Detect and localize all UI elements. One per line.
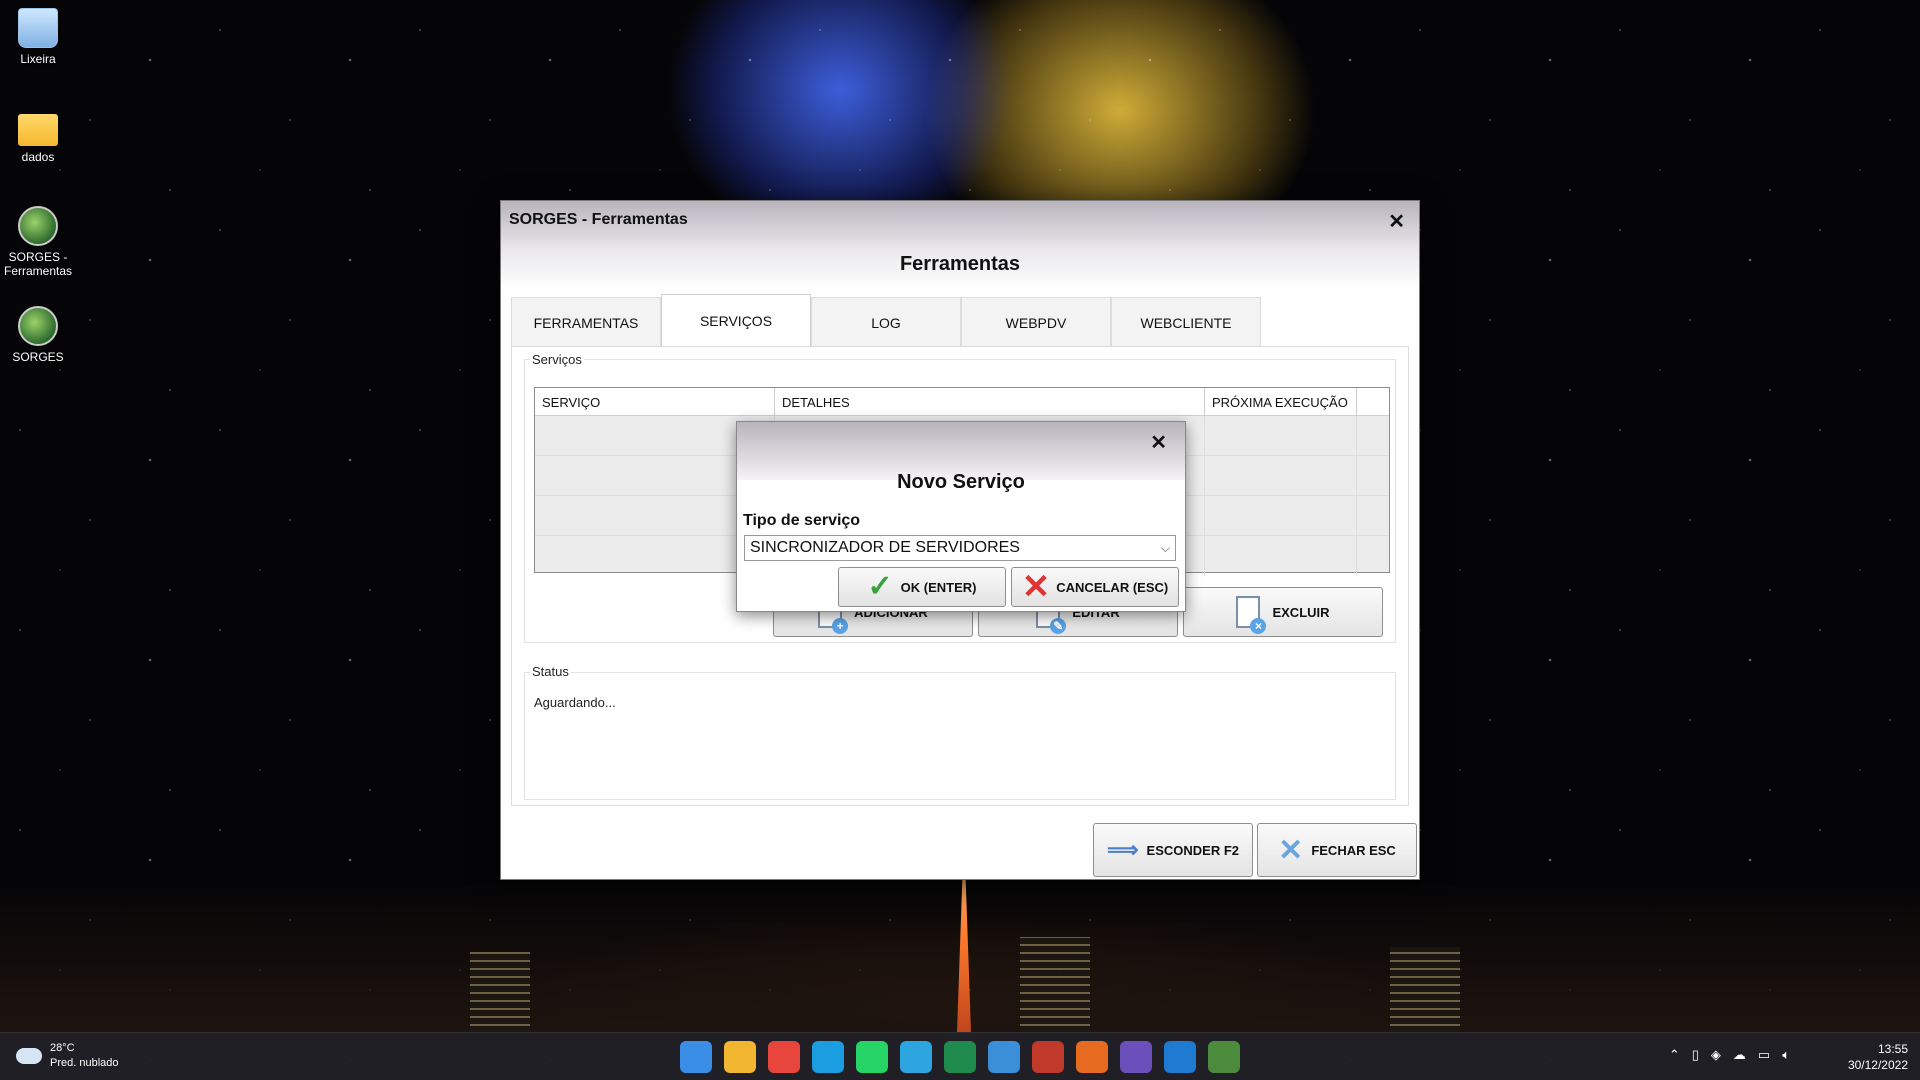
column-header-servico[interactable]: SERVIÇO xyxy=(535,388,775,415)
cloud-sync-icon[interactable]: ☁ xyxy=(1733,1047,1746,1063)
telegram-icon[interactable] xyxy=(900,1041,932,1073)
recycle-bin-icon xyxy=(18,8,58,48)
cancel-icon: ✕ xyxy=(1021,568,1051,606)
desktop-icon-label: dados xyxy=(21,150,55,164)
wallpaper-building xyxy=(1390,947,1460,1032)
tab-webcliente[interactable]: WEBCLIENTE xyxy=(1111,297,1261,347)
spreadsheet-icon[interactable] xyxy=(944,1041,976,1073)
mail-icon[interactable] xyxy=(1164,1041,1196,1073)
desktop-icon-label: SORGES xyxy=(12,350,64,364)
system-tray: ⌃ ▯ ◈ ☁ ▭ 🔈︎ xyxy=(1669,1047,1790,1063)
desktop-icon-dados[interactable]: dados xyxy=(4,108,72,164)
tab-webpdv[interactable]: WEBPDV xyxy=(961,297,1111,347)
delete-service-button[interactable]: × EXCLUIR xyxy=(1183,587,1383,637)
table-header: SERVIÇO DETALHES PRÓXIMA EXECUÇÃO xyxy=(535,388,1389,416)
file-explorer-icon[interactable] xyxy=(724,1041,756,1073)
delete-button-label: EXCLUIR xyxy=(1272,604,1330,620)
window-title: SORGES - Ferramentas xyxy=(509,211,688,228)
edge-icon[interactable] xyxy=(812,1041,844,1073)
weather-temp: 28°C xyxy=(50,1042,75,1054)
tab-bar: FERRAMENTAS SERVIÇOS LOG WEBPDV WEBCLIEN… xyxy=(511,294,1261,347)
column-header-detalhes[interactable]: DETALHES xyxy=(775,388,1205,415)
taskbar: 28°C Pred. nublado ⌃ ▯ ◈ ☁ ▭ 🔈︎ 13:55 30… xyxy=(0,1032,1920,1080)
close-icon[interactable]: ✕ xyxy=(1388,209,1405,234)
desktop-icon-sorges-ferramentas[interactable]: SORGES - Ferramentas xyxy=(4,206,72,278)
hide-button-label: ESCONDER F2 xyxy=(1146,842,1239,858)
service-type-label: Tipo de serviço xyxy=(743,512,861,529)
hide-window-button[interactable]: ⟹ ESCONDER F2 xyxy=(1093,823,1253,877)
remote-desktop-icon[interactable] xyxy=(988,1041,1020,1073)
firefox-icon[interactable] xyxy=(1076,1041,1108,1073)
column-header-spacer xyxy=(1357,388,1389,415)
services-group-label: Serviços xyxy=(530,352,584,367)
wallpaper-building xyxy=(1020,937,1090,1032)
network-icon[interactable]: ▭ xyxy=(1758,1047,1770,1063)
desktop-icon-label: SORGES - Ferramentas xyxy=(4,250,73,278)
window-titlebar[interactable]: SORGES - Ferramentas ✕ Ferramentas xyxy=(501,201,1419,289)
arrow-right-icon: ⟹ xyxy=(1106,837,1139,862)
volume-icon[interactable]: 🔈︎ xyxy=(1782,1047,1790,1063)
close-icon[interactable]: ✕ xyxy=(1150,430,1167,455)
close-window-button[interactable]: ✕ FECHAR ESC xyxy=(1257,823,1417,877)
clock[interactable]: 13:55 30/12/2022 xyxy=(1848,1041,1908,1073)
folder-icon xyxy=(18,114,58,146)
dialog-title: Novo Serviço xyxy=(897,471,1025,493)
desktop-icon-sorges[interactable]: SORGES xyxy=(4,306,72,364)
status-group-label: Status xyxy=(530,664,571,679)
close-icon: ✕ xyxy=(1278,833,1304,867)
service-type-value: SINCRONIZADOR DE SERVIDORES xyxy=(750,539,1020,556)
tab-ferramentas[interactable]: FERRAMENTAS xyxy=(511,297,661,347)
page-title: Ferramentas xyxy=(899,253,1021,275)
new-service-dialog: ✕ Novo Serviço Tipo de serviço SINCRONIZ… xyxy=(736,421,1186,612)
sorges-icon[interactable] xyxy=(1208,1041,1240,1073)
whatsapp-icon[interactable] xyxy=(856,1041,888,1073)
tab-servicos[interactable]: SERVIÇOS xyxy=(661,294,811,347)
usb-icon[interactable]: ▯ xyxy=(1692,1047,1699,1063)
close-button-label: FECHAR ESC xyxy=(1311,842,1396,858)
sorges-app-icon xyxy=(18,206,58,246)
tab-log[interactable]: LOG xyxy=(811,297,961,347)
clock-date: 30/12/2022 xyxy=(1847,1058,1908,1072)
chrome-icon[interactable] xyxy=(768,1041,800,1073)
video-editor-icon[interactable] xyxy=(1120,1041,1152,1073)
weather-widget[interactable]: 28°C Pred. nublado xyxy=(16,1041,119,1071)
ok-button[interactable]: ✓ OK (ENTER) xyxy=(838,567,1006,607)
chevron-down-icon: ⌵ xyxy=(1160,540,1170,555)
chevron-up-icon[interactable]: ⌃ xyxy=(1669,1047,1680,1063)
cancel-button-label: CANCELAR (ESC) xyxy=(1056,579,1169,595)
taskbar-apps xyxy=(680,1041,1240,1073)
weather-desc: Pred. nublado xyxy=(50,1057,119,1069)
status-group xyxy=(524,672,1396,800)
service-type-select[interactable]: SINCRONIZADOR DE SERVIDORES ⌵ xyxy=(744,535,1176,561)
column-header-proxima-execucao[interactable]: PRÓXIMA EXECUÇÃO xyxy=(1205,388,1357,415)
start-icon[interactable] xyxy=(680,1041,712,1073)
wallpaper-building xyxy=(470,952,530,1032)
ok-button-label: OK (ENTER) xyxy=(900,579,977,595)
cloud-icon xyxy=(16,1048,42,1064)
sorges-app-icon xyxy=(18,306,58,346)
delete-document-icon: × xyxy=(1236,596,1267,634)
desktop-icon-recycle-bin[interactable]: Lixeira xyxy=(4,8,72,66)
checkmark-icon: ✓ xyxy=(867,570,893,603)
clock-time: 13:55 xyxy=(1877,1042,1908,1056)
cancel-button[interactable]: ✕ CANCELAR (ESC) xyxy=(1011,567,1179,607)
desktop-icon-label: Lixeira xyxy=(20,52,56,66)
status-text: Aguardando... xyxy=(534,695,616,710)
shield-icon[interactable]: ◈ xyxy=(1711,1047,1721,1063)
antivirus-icon[interactable] xyxy=(1032,1041,1064,1073)
